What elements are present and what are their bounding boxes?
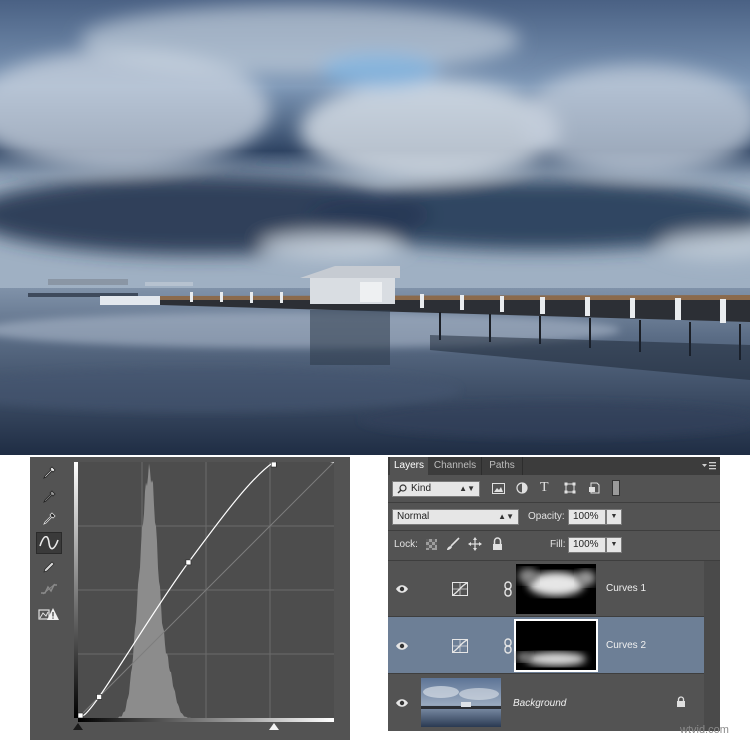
image-filter-icon[interactable] [492, 483, 505, 494]
layers-panel: Layers Channels Paths Kind ▲▼ T Normal ▲… [388, 457, 720, 731]
curve-control-point[interactable] [270, 462, 277, 468]
lock-icon [676, 696, 686, 708]
divider [388, 502, 720, 503]
updown-arrow-icon: ▲▼ [498, 512, 514, 521]
eye-icon[interactable] [395, 698, 409, 708]
divider [388, 530, 720, 531]
gray-point-eyedropper-icon[interactable] [36, 486, 62, 508]
layer-row-background[interactable]: Background [388, 674, 704, 731]
pencil-draw-icon[interactable] [36, 556, 62, 578]
watermark: wtvid.com [680, 724, 729, 736]
layer-row-curves-1[interactable]: Curves 1 [388, 561, 704, 617]
smooth-curve-icon[interactable] [36, 578, 62, 600]
tab-channels[interactable]: Channels [429, 457, 482, 475]
chain-link-icon[interactable] [503, 638, 513, 654]
curve-edit-icon[interactable] [36, 532, 62, 554]
opacity-input[interactable]: 100% [568, 509, 606, 525]
curves-adjustment-icon [452, 582, 468, 596]
eye-icon[interactable] [395, 584, 409, 594]
chain-link-icon[interactable] [503, 581, 513, 597]
layer-name: Curves 2 [606, 640, 647, 651]
fill-input[interactable]: 100% [568, 537, 606, 553]
input-gradient-bar [78, 718, 334, 722]
opacity-label: Opacity: [528, 511, 565, 522]
curve-control-point[interactable] [96, 694, 102, 700]
white-point-eyedropper-icon[interactable] [36, 462, 62, 484]
smart-object-filter-icon[interactable] [588, 482, 600, 494]
layer-mask-thumbnail[interactable] [514, 619, 598, 672]
layer-row-curves-2[interactable]: Curves 2 [388, 617, 704, 674]
black-input-slider[interactable] [73, 723, 83, 730]
layer-name: Background [513, 698, 567, 709]
filter-kind-dropdown[interactable]: Kind ▲▼ [392, 481, 480, 497]
opacity-dropdown-button[interactable]: ▼ [606, 509, 622, 525]
clipping-warning-icon[interactable] [36, 603, 62, 625]
filter-kind-label: Kind [411, 483, 432, 494]
layer-mask-thumbnail[interactable] [516, 564, 596, 614]
lock-all-icon[interactable] [492, 537, 503, 551]
type-filter-icon[interactable]: T [540, 480, 549, 496]
curves-graph[interactable] [78, 462, 334, 718]
tab-paths[interactable]: Paths [482, 457, 523, 475]
shape-filter-icon[interactable] [564, 482, 576, 494]
layer-name: Curves 1 [606, 583, 647, 594]
lock-transparent-pixels-icon[interactable] [426, 539, 437, 550]
layer-thumbnail[interactable] [421, 678, 501, 727]
opacity-value: 100% [573, 511, 599, 522]
black-point-eyedropper-icon[interactable] [36, 508, 62, 530]
tab-layers[interactable]: Layers [390, 457, 428, 475]
curves-adjustment-icon [452, 639, 468, 653]
updown-arrow-icon: ▲▼ [459, 484, 475, 493]
curve-control-point[interactable] [185, 559, 192, 566]
lock-image-pixels-icon[interactable] [446, 537, 460, 551]
eye-icon[interactable] [395, 641, 409, 651]
scrollbar[interactable] [704, 561, 720, 731]
panel-menu-icon[interactable] [702, 461, 716, 471]
lock-label: Lock: [394, 539, 418, 550]
panel-tab-bar: Layers Channels Paths [388, 457, 720, 475]
blend-mode-dropdown[interactable]: Normal ▲▼ [392, 509, 519, 525]
fill-label: Fill: [550, 539, 566, 550]
white-input-slider[interactable] [268, 723, 279, 730]
fill-dropdown-button[interactable]: ▼ [606, 537, 622, 553]
curves-panel [30, 457, 350, 740]
search-icon [397, 484, 407, 494]
blend-mode-value: Normal [397, 511, 430, 522]
landscape-photo [0, 0, 750, 455]
lock-position-icon[interactable] [468, 537, 482, 551]
filter-toggle-icon[interactable] [612, 480, 620, 496]
fill-value: 100% [573, 539, 599, 550]
adjustment-filter-icon[interactable] [516, 482, 528, 494]
